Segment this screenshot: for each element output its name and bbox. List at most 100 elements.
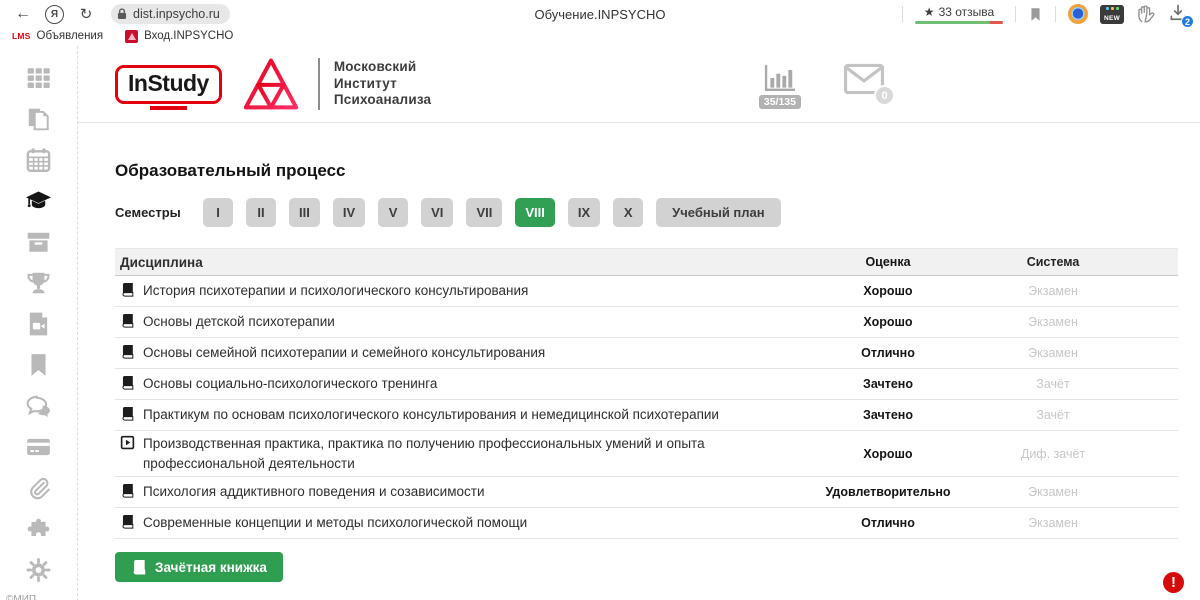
address-bar[interactable]: dist.inpsycho.ru	[111, 4, 230, 24]
curriculum-plan-button[interactable]: Учебный план	[656, 198, 780, 227]
archive-box-icon	[25, 229, 52, 255]
graduation-cap-icon	[25, 188, 52, 214]
video-file-icon	[25, 311, 52, 337]
downloads-button[interactable]: 2	[1168, 3, 1190, 25]
instudy-logo[interactable]: InStudy	[115, 65, 222, 104]
gradebook-button[interactable]: Зачётная книжка	[115, 552, 283, 582]
semester-tab-X[interactable]: X	[613, 198, 643, 227]
divider	[1015, 6, 1016, 22]
site-reviews[interactable]: ★ 33 отзыва	[915, 5, 1003, 24]
messages-count-badge: 0	[874, 85, 895, 106]
book-icon	[120, 282, 135, 297]
table-row: Основы социально-психологического тренин…	[115, 369, 1178, 400]
sidebar-item-calendar[interactable]	[24, 146, 54, 174]
semester-tab-II[interactable]: II	[246, 198, 276, 227]
semester-tab-III[interactable]: III	[289, 198, 320, 227]
semester-tab-VI[interactable]: VI	[421, 198, 453, 227]
semesters-label: Семестры	[115, 205, 203, 220]
star-icon: ★	[924, 5, 935, 19]
book-icon	[120, 344, 135, 359]
book-icon	[131, 559, 147, 575]
system-value: Экзамен	[983, 284, 1123, 298]
refresh-button[interactable]: ↻	[73, 5, 99, 23]
discipline-name[interactable]: Основы детской психотерапии	[143, 312, 335, 332]
play-square-icon	[120, 435, 135, 450]
documents-icon	[25, 106, 52, 132]
messages-button[interactable]: 0	[843, 63, 885, 100]
sidebar-item-apps-grid[interactable]	[24, 64, 54, 92]
grade-value: Хорошо	[793, 284, 983, 298]
site-header: InStudy Московский Институт Психоанализа…	[78, 46, 1200, 123]
column-header-grade: Оценка	[793, 255, 983, 269]
divider	[1055, 6, 1056, 22]
puzzle-icon	[25, 516, 52, 542]
lms-favicon: LMS	[12, 31, 31, 41]
semester-tab-IV[interactable]: IV	[333, 198, 365, 227]
url-text: dist.inpsycho.ru	[133, 7, 220, 21]
discipline-name[interactable]: Основы семейной психотерапии и семейного…	[143, 343, 545, 363]
sidebar-item-bookmark[interactable]	[24, 351, 54, 379]
bookmark-item-login[interactable]: Вход.INPSYCHO	[125, 30, 233, 43]
progress-stats-button[interactable]: 35/135	[759, 63, 801, 109]
semester-tab-IX[interactable]: IX	[568, 198, 600, 227]
sidebar-item-gear[interactable]	[24, 556, 54, 584]
discipline-name[interactable]: Психология аддиктивного поведения и соза…	[143, 482, 484, 502]
progress-badge: 35/135	[759, 95, 801, 109]
alert-icon[interactable]: !	[1163, 572, 1184, 593]
sidebar-item-credit-card[interactable]	[24, 433, 54, 461]
page-title: Образовательный процесс	[115, 161, 1180, 181]
sidebar-item-chat[interactable]	[24, 392, 54, 420]
table-header-row: Дисциплина Оценка Система	[115, 248, 1178, 276]
bar-chart-icon	[762, 63, 798, 93]
discipline-name[interactable]: Основы социально-психологического тренин…	[143, 374, 437, 394]
system-value: Экзамен	[983, 485, 1123, 499]
back-button[interactable]: ←	[10, 5, 36, 23]
chat-icon	[25, 393, 52, 419]
sidebar-item-paperclip[interactable]	[24, 474, 54, 502]
semester-tab-VII[interactable]: VII	[466, 198, 502, 227]
extension-hand-icon[interactable]	[1136, 4, 1156, 24]
reviews-label: 33 отзыва	[939, 5, 995, 19]
sidebar-item-trophy[interactable]	[24, 269, 54, 297]
sidebar-item-video-file[interactable]	[24, 310, 54, 338]
system-value: Зачёт	[983, 408, 1123, 422]
bookmarks-bar: LMS Объявления Вход.INPSYCHO	[0, 28, 1200, 46]
table-row: Основы семейной психотерапии и семейного…	[115, 338, 1178, 369]
new-extension-icon[interactable]: NEW	[1100, 5, 1124, 24]
divider	[902, 6, 903, 22]
mip-logo-icon	[242, 57, 300, 111]
divider	[318, 58, 320, 110]
book-icon	[120, 313, 135, 328]
browser-toolbar: ← Я ↻ dist.inpsycho.ru Обучение.INPSYCHO…	[0, 0, 1200, 28]
sidebar-item-graduation-cap[interactable]	[24, 187, 54, 215]
semester-tab-I[interactable]: I	[203, 198, 233, 227]
discipline-name[interactable]: История психотерапии и психологического …	[143, 281, 528, 301]
trophy-icon	[25, 270, 52, 296]
sidebar-item-puzzle[interactable]	[24, 515, 54, 543]
table-row: Психология аддиктивного поведения и соза…	[115, 477, 1178, 508]
bookmark-item-announcements[interactable]: LMS Объявления	[12, 30, 103, 42]
table-row: Современные концепции и методы психологи…	[115, 508, 1178, 539]
browser-chrome: ← Я ↻ dist.inpsycho.ru Обучение.INPSYCHO…	[0, 0, 1200, 46]
discipline-name[interactable]: Современные концепции и методы психологи…	[143, 513, 527, 533]
grade-value: Удовлетворительно	[793, 485, 983, 499]
grade-value: Зачтено	[793, 377, 983, 391]
browser-avatar-icon[interactable]	[1068, 4, 1088, 24]
semester-tab-VIII[interactable]: VIII	[515, 198, 555, 227]
semester-tab-V[interactable]: V	[378, 198, 408, 227]
sidebar-item-documents[interactable]	[24, 105, 54, 133]
table-row: Основы детской психотерапииХорошоЭкзамен	[115, 307, 1178, 338]
sidebar-item-archive-box[interactable]	[24, 228, 54, 256]
browser-profile-icon[interactable]: Я	[45, 5, 64, 24]
credit-card-icon	[25, 434, 52, 460]
discipline-name[interactable]: Практикум по основам психологического ко…	[143, 405, 719, 425]
discipline-name[interactable]: Производственная практика, практика по п…	[143, 434, 773, 473]
bookmark-page-icon[interactable]	[1028, 7, 1043, 22]
lock-icon	[115, 7, 129, 21]
table-row: Практикум по основам психологического ко…	[115, 400, 1178, 431]
column-header-system: Система	[983, 255, 1123, 269]
grade-value: Хорошо	[793, 315, 983, 329]
grade-value: Хорошо	[793, 447, 983, 461]
mip-favicon	[125, 30, 138, 43]
paperclip-icon	[25, 475, 52, 501]
